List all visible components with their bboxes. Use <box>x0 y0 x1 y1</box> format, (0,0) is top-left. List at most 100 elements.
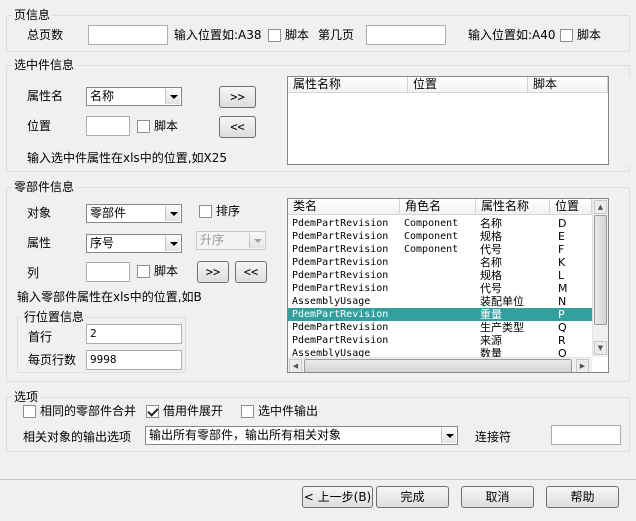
table-row[interactable]: PdemPartRevision 名称 K <box>288 256 592 269</box>
table-row[interactable]: PdemPartRevision 生产类型 Q <box>288 321 592 334</box>
borrow-expand-checkbox[interactable] <box>146 405 159 418</box>
merge-parts-checkbox[interactable] <box>23 405 36 418</box>
parts-attr-table[interactable]: 类名 角色名 属性名称 位置 PdemPartRevision Component… <box>287 198 609 373</box>
selected-output-checkbox[interactable] <box>241 405 254 418</box>
cell-attr-name: 规格 <box>480 230 502 243</box>
connector-input[interactable] <box>551 425 621 445</box>
related-output-select[interactable]: 输出所有零部件，输出所有相关对象 <box>145 426 458 445</box>
parts-attr-table-header: 类名 角色名 属性名称 位置 <box>288 199 592 215</box>
row-position-title: 行位置信息 <box>22 310 87 324</box>
table-row[interactable]: PdemPartRevision 代号 M <box>288 282 592 295</box>
vscroll-thumb[interactable] <box>594 215 607 325</box>
parts-info-title: 零部件信息 <box>12 180 77 194</box>
parts-table-vscroll[interactable]: ▲ ▼ <box>592 199 608 357</box>
attr-name-select[interactable]: 名称 <box>86 87 182 106</box>
cell-position: P <box>558 308 565 321</box>
page-n-label: 第几页 <box>318 28 355 42</box>
selected-hint: 输入选中件属性在xls中的位置,如X25 <box>27 151 227 165</box>
col-header-attr-name[interactable]: 属性名称 <box>288 77 408 92</box>
position-script-checkbox[interactable] <box>137 120 150 133</box>
selected-attr-table[interactable]: 属性名称 位置 脚本 <box>287 76 609 165</box>
cell-position: E <box>558 230 565 243</box>
selected-table-vscroll[interactable] <box>612 76 630 165</box>
total-pages-label: 总页数 <box>27 28 64 42</box>
cell-class-name: PdemPartRevision <box>292 270 389 281</box>
col-header-class-name[interactable]: 类名 <box>288 199 400 214</box>
cancel-button[interactable]: 取消 <box>461 486 534 508</box>
cell-role-name <box>400 256 476 269</box>
scroll-up-icon[interactable]: ▲ <box>594 200 607 214</box>
parts-table-hscroll[interactable]: ◀ ▶ <box>288 357 592 372</box>
cell-position: K <box>558 256 566 269</box>
attr-name-label: 属性名 <box>27 89 64 103</box>
cell-role-name: Component <box>404 218 459 229</box>
chevron-down-icon <box>165 206 180 221</box>
connector-label: 连接符 <box>475 430 512 444</box>
col-header-script[interactable]: 脚本 <box>528 77 608 92</box>
scroll-down-icon[interactable]: ▼ <box>594 341 607 355</box>
help-button[interactable]: 帮助 <box>546 486 619 508</box>
add-part-attr-button[interactable]: >> <box>197 261 229 283</box>
col-header-role-name[interactable]: 角色名 <box>400 199 476 214</box>
table-row[interactable]: PdemPartRevision Component 代号 F <box>288 243 592 256</box>
cell-attr-name: 名称 <box>480 256 502 269</box>
col-header-position[interactable]: 位置 <box>408 77 528 92</box>
options-title: 选项 <box>12 390 41 404</box>
sort-checkbox[interactable] <box>199 205 212 218</box>
attr-label: 属性 <box>27 236 52 250</box>
cell-position: L <box>558 269 565 282</box>
table-row[interactable]: PdemPartRevision Component 规格 E <box>288 230 592 243</box>
cell-position: R <box>558 334 566 347</box>
table-row[interactable]: PdemPartRevision 规格 L <box>288 269 592 282</box>
scroll-left-icon[interactable]: ◀ <box>289 359 302 372</box>
cell-role-name <box>400 321 476 334</box>
object-value: 零部件 <box>90 206 127 220</box>
cell-attr-name: 装配单位 <box>480 295 524 308</box>
attr-select[interactable]: 序号 <box>86 234 182 253</box>
table-row[interactable]: PdemPartRevision 来源 R <box>288 334 592 347</box>
cell-attr-name: 生产类型 <box>480 321 524 334</box>
table-row[interactable]: PdemPartRevision 重量 P <box>288 308 592 321</box>
position-input[interactable] <box>86 116 130 136</box>
cell-position: D <box>558 217 567 230</box>
cell-class-name: PdemPartRevision <box>292 309 389 320</box>
first-row-input[interactable]: 2 <box>86 324 182 344</box>
scroll-right-icon[interactable]: ▶ <box>576 359 589 372</box>
cell-role-name: Component <box>404 231 459 242</box>
cell-role-name: Component <box>404 244 459 255</box>
finish-button[interactable]: 完成 <box>376 486 449 508</box>
order-select[interactable]: 升序 <box>196 231 266 250</box>
remove-part-attr-button[interactable]: << <box>235 261 267 283</box>
parts-hint: 输入零部件属性在xls中的位置,如B <box>17 290 202 304</box>
col-script-checkbox[interactable] <box>137 265 150 278</box>
page-n-script-checkbox[interactable] <box>560 29 573 42</box>
page-n-input[interactable] <box>366 25 446 45</box>
back-button[interactable]: < 上一步(B) <box>302 486 373 508</box>
table-row[interactable]: AssemblyUsage 装配单位 N <box>288 295 592 308</box>
hscroll-thumb[interactable] <box>304 359 572 372</box>
footer-separator <box>0 479 636 480</box>
object-select[interactable]: 零部件 <box>86 204 182 223</box>
table-row[interactable]: PdemPartRevision Component 名称 D <box>288 217 592 230</box>
cell-attr-name: 来源 <box>480 334 502 347</box>
cell-position: F <box>558 243 565 256</box>
total-pages-input[interactable] <box>88 25 168 45</box>
total-pages-script-checkbox[interactable] <box>268 29 281 42</box>
related-output-value: 输出所有零部件，输出所有相关对象 <box>149 428 342 442</box>
rows-per-page-input[interactable]: 9998 <box>86 350 182 370</box>
col-input[interactable] <box>86 262 130 282</box>
cell-attr-name: 规格 <box>480 269 502 282</box>
order-value: 升序 <box>200 233 225 247</box>
cell-role-name <box>400 308 476 321</box>
attr-name-value: 名称 <box>90 89 115 103</box>
col-header-position[interactable]: 位置 <box>550 199 592 214</box>
remove-selected-attr-button[interactable]: << <box>219 116 256 138</box>
cell-class-name: AssemblyUsage <box>292 296 371 307</box>
position-label: 位置 <box>27 119 52 133</box>
borrow-expand-label: 借用件展开 <box>163 404 224 418</box>
chevron-down-icon <box>249 233 264 248</box>
cell-class-name: PdemPartRevision <box>292 335 389 346</box>
chevron-down-icon <box>165 236 180 251</box>
col-header-attr-name[interactable]: 属性名称 <box>476 199 550 214</box>
add-selected-attr-button[interactable]: >> <box>219 86 256 108</box>
